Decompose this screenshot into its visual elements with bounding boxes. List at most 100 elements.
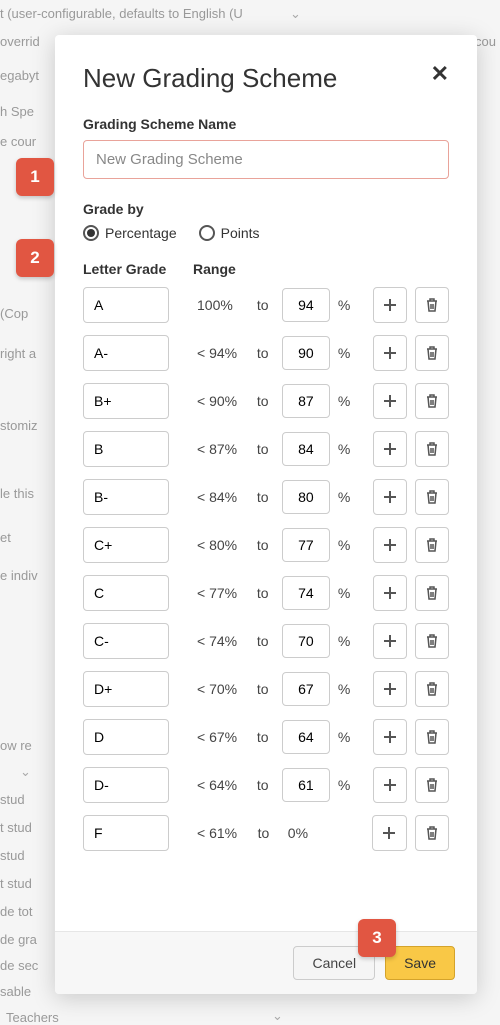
delete-row-button[interactable]: [415, 335, 449, 371]
callout-3: 3: [358, 919, 396, 957]
delete-row-button[interactable]: [415, 527, 449, 563]
delete-row-button[interactable]: [415, 287, 449, 323]
plus-icon: [382, 826, 396, 840]
radio-icon: [199, 225, 215, 241]
percent-symbol: %: [338, 537, 357, 553]
plus-icon: [383, 730, 397, 744]
grade-row: < 90%to%: [83, 383, 449, 419]
chevron-down-icon: ⌄: [20, 764, 31, 780]
add-row-button[interactable]: [373, 431, 407, 467]
delete-row-button[interactable]: [415, 719, 449, 755]
range-lower-input[interactable]: [282, 384, 330, 418]
add-row-button[interactable]: [373, 623, 407, 659]
bg-text: overrid: [0, 34, 40, 49]
range-upper: < 64%: [197, 777, 249, 793]
delete-row-button[interactable]: [415, 431, 449, 467]
trash-icon: [425, 441, 439, 457]
range-lower-input[interactable]: [282, 528, 330, 562]
letter-grade-input[interactable]: [83, 815, 169, 851]
delete-row-button[interactable]: [415, 479, 449, 515]
to-text: to: [257, 297, 274, 313]
add-row-button[interactable]: [373, 767, 407, 803]
add-row-button[interactable]: [373, 335, 407, 371]
header-range: Range: [193, 261, 253, 277]
trash-icon: [425, 297, 439, 313]
grade-row: < 84%to%: [83, 479, 449, 515]
trash-icon: [425, 489, 439, 505]
range-lower-input[interactable]: [282, 480, 330, 514]
to-text: to: [257, 729, 274, 745]
range-upper: < 67%: [197, 729, 249, 745]
grade-row: < 74%to%: [83, 623, 449, 659]
callout-2: 2: [16, 239, 54, 277]
add-row-button[interactable]: [373, 575, 407, 611]
trash-icon: [425, 681, 439, 697]
letter-grade-input[interactable]: [83, 431, 169, 467]
to-text: to: [257, 393, 274, 409]
close-icon: ✕: [431, 61, 449, 86]
radio-points[interactable]: Points: [199, 225, 260, 241]
grade-row: < 77%to%: [83, 575, 449, 611]
range-upper: < 94%: [197, 345, 249, 361]
plus-icon: [383, 634, 397, 648]
letter-grade-input[interactable]: [83, 383, 169, 419]
trash-icon: [425, 393, 439, 409]
bg-text: stomiz: [0, 418, 38, 433]
add-row-button[interactable]: [372, 815, 407, 851]
scheme-name-label: Grading Scheme Name: [83, 116, 449, 132]
delete-row-button[interactable]: [415, 383, 449, 419]
grade-row: < 87%to%: [83, 431, 449, 467]
to-text: to: [258, 825, 275, 841]
bg-text: h Spe: [0, 104, 34, 119]
grade-row: < 70%to%: [83, 671, 449, 707]
letter-grade-input[interactable]: [83, 719, 169, 755]
modal-body: Grading Scheme Name Grade by Percentage …: [55, 110, 477, 931]
range-lower-input[interactable]: [282, 288, 330, 322]
range-upper: < 77%: [197, 585, 249, 601]
letter-grade-input[interactable]: [83, 479, 169, 515]
add-row-button[interactable]: [373, 479, 407, 515]
letter-grade-input[interactable]: [83, 767, 169, 803]
plus-icon: [383, 442, 397, 456]
add-row-button[interactable]: [373, 527, 407, 563]
delete-row-button[interactable]: [415, 623, 449, 659]
grade-table: Letter Grade Range 100%to%< 94%to%< 90%t…: [83, 261, 449, 851]
delete-row-button[interactable]: [415, 815, 450, 851]
range-lower-input[interactable]: [282, 432, 330, 466]
bg-text: (Cop: [0, 306, 28, 321]
delete-row-button[interactable]: [415, 575, 449, 611]
letter-grade-input[interactable]: [83, 575, 169, 611]
add-row-button[interactable]: [373, 383, 407, 419]
letter-grade-input[interactable]: [83, 287, 169, 323]
bg-text: e indiv: [0, 568, 38, 583]
letter-grade-input[interactable]: [83, 671, 169, 707]
range-upper: 100%: [197, 297, 249, 313]
radio-percentage[interactable]: Percentage: [83, 225, 177, 241]
add-row-button[interactable]: [373, 671, 407, 707]
letter-grade-input[interactable]: [83, 335, 169, 371]
delete-row-button[interactable]: [415, 767, 449, 803]
range-lower-text: 0%: [283, 825, 329, 841]
grade-row: < 61%to0%: [83, 815, 449, 851]
range-lower-input[interactable]: [282, 624, 330, 658]
callout-1: 1: [16, 158, 54, 196]
bg-text: de sec: [0, 958, 38, 973]
delete-row-button[interactable]: [415, 671, 449, 707]
plus-icon: [383, 298, 397, 312]
range-lower-input[interactable]: [282, 768, 330, 802]
letter-grade-input[interactable]: [83, 623, 169, 659]
add-row-button[interactable]: [373, 287, 407, 323]
range-lower-input[interactable]: [282, 576, 330, 610]
range-lower-input[interactable]: [282, 672, 330, 706]
add-row-button[interactable]: [373, 719, 407, 755]
letter-grade-input[interactable]: [83, 527, 169, 563]
close-button[interactable]: ✕: [431, 63, 449, 85]
bg-text: t stud: [0, 876, 32, 891]
bg-text: cou: [475, 34, 496, 49]
grade-by-options: Percentage Points: [83, 225, 449, 241]
scheme-name-input[interactable]: [83, 140, 449, 179]
range-lower-input[interactable]: [282, 720, 330, 754]
grade-row: 100%to%: [83, 287, 449, 323]
to-text: to: [257, 777, 274, 793]
range-lower-input[interactable]: [282, 336, 330, 370]
